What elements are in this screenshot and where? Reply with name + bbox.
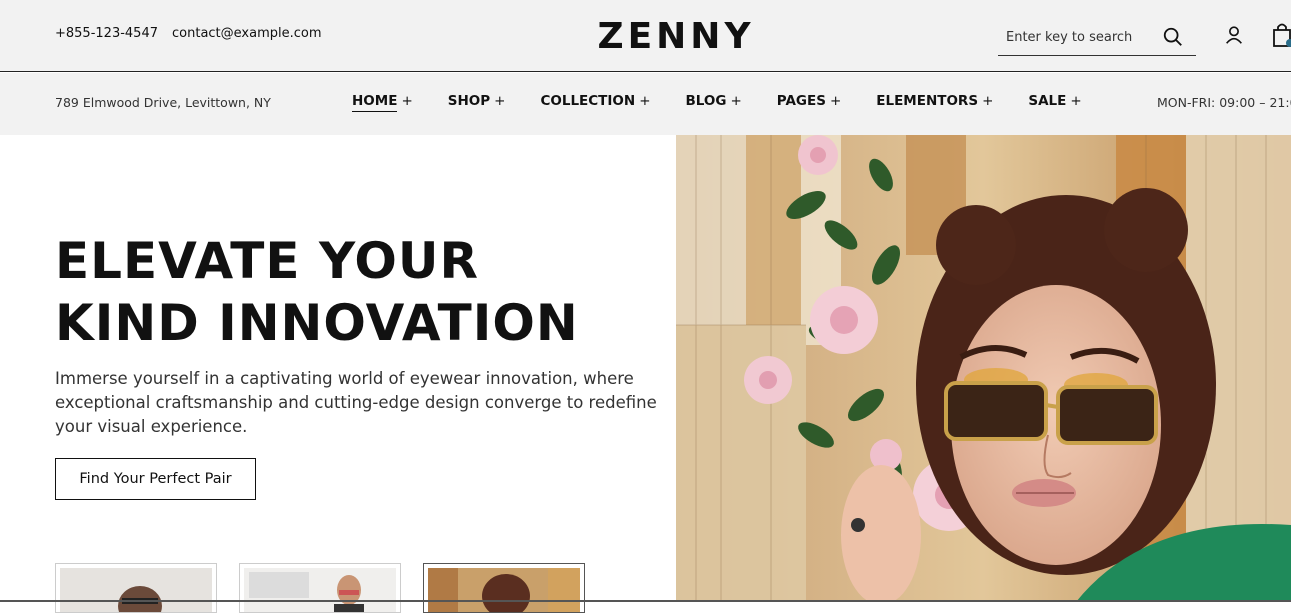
hero-title-line1: ELEVATE YOUR — [55, 232, 479, 290]
expand-icon: + — [1070, 93, 1082, 109]
nav-item-collection[interactable]: COLLECTION + — [540, 93, 650, 109]
nav-item-sale[interactable]: SALE + — [1028, 93, 1081, 109]
hero-description: Immerse yourself in a captivating world … — [55, 369, 657, 436]
expand-icon: + — [982, 93, 994, 109]
nav-label: PAGES — [776, 93, 826, 109]
nav-item-shop[interactable]: SHOP + — [448, 93, 506, 109]
search-input[interactable] — [1006, 26, 1156, 48]
nav-item-home[interactable]: HOME + — [352, 93, 413, 112]
hero-photo — [676, 135, 1291, 602]
main-nav: HOME + SHOP + COLLECTION + BLOG + PAGES + ELE… — [352, 93, 1117, 112]
main-navbar: 789 Elmwood Drive, Levittown, NY HOME + S… — [0, 73, 1291, 135]
hero-image — [676, 135, 1291, 602]
user-icon[interactable] — [1223, 24, 1245, 46]
top-header: +855-123-4547 contact@example.com ZENNY — [0, 0, 1291, 72]
logo-text: ZENNY — [597, 18, 754, 52]
nav-label: COLLECTION — [540, 93, 636, 109]
email-link[interactable]: contact@example.com — [172, 26, 322, 41]
nav-label: ELEMENTORS — [876, 93, 979, 109]
expand-icon: + — [730, 93, 742, 109]
phone-number[interactable]: +855-123-4547 — [55, 26, 158, 41]
expand-icon: + — [494, 93, 506, 109]
nav-item-blog[interactable]: BLOG + — [686, 93, 742, 109]
thumbnail-2[interactable] — [239, 563, 401, 613]
shopping-bag-icon[interactable] — [1271, 22, 1291, 48]
hero-title: ELEVATE YOUR KIND INNOVATION — [55, 230, 655, 354]
hero-content: ELEVATE YOUR KIND INNOVATION Immerse you… — [0, 135, 676, 613]
nav-label: HOME — [352, 93, 398, 112]
thumbnail-image — [428, 568, 580, 612]
search-icon[interactable] — [1162, 26, 1184, 48]
nav-item-pages[interactable]: PAGES + — [777, 93, 841, 109]
thumbnail-3[interactable] — [423, 563, 585, 613]
logo[interactable]: ZENNY — [579, 18, 773, 52]
thumbnail-1[interactable] — [55, 563, 217, 613]
store-address: 789 Elmwood Drive, Levittown, NY — [55, 95, 271, 110]
hero-thumbnails — [55, 563, 585, 613]
hero-title-line2: KIND INNOVATION — [55, 294, 579, 352]
nav-item-elementors[interactable]: ELEMENTORS + — [876, 93, 993, 109]
expand-icon: + — [639, 93, 651, 109]
thumbnail-image — [60, 568, 212, 612]
expand-icon: + — [829, 93, 842, 109]
nav-label: SALE — [1028, 93, 1067, 109]
expand-icon: + — [401, 93, 413, 109]
nav-label: SHOP — [447, 93, 491, 109]
thumbnail-image — [244, 568, 396, 612]
find-perfect-pair-button[interactable]: Find Your Perfect Pair — [55, 458, 256, 500]
search-box — [998, 22, 1196, 56]
opening-hours: MON-FRI: 09:00 – 21:00 — [1157, 95, 1291, 110]
nav-label: BLOG — [685, 93, 727, 109]
